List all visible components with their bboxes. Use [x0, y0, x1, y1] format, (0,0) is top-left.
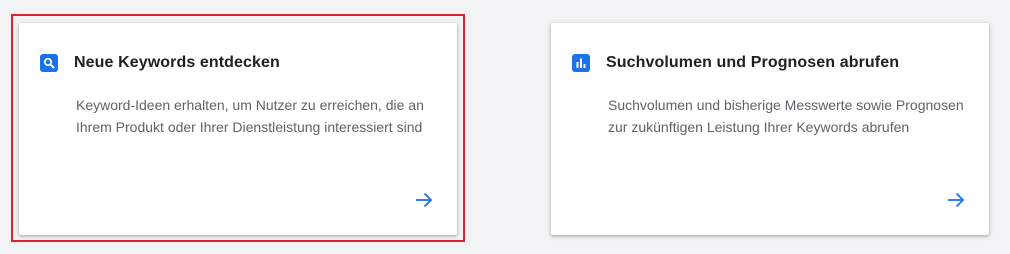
search-volume-forecast-card[interactable]: Suchvolumen und Prognosen abrufen Suchvo…: [551, 23, 989, 235]
discover-keywords-card[interactable]: Neue Keywords entdecken Keyword-Ideen er…: [19, 23, 457, 235]
card-header: Suchvolumen und Prognosen abrufen: [572, 54, 899, 72]
page: Neue Keywords entdecken Keyword-Ideen er…: [0, 0, 1010, 254]
card-header: Neue Keywords entdecken: [40, 54, 280, 72]
bar-chart-icon: [572, 54, 590, 72]
card-description: Keyword-Ideen erhalten, um Nutzer zu err…: [76, 97, 424, 135]
card-title: Neue Keywords entdecken: [74, 54, 280, 71]
card-description: Suchvolumen und bisherige Messwerte sowi…: [608, 97, 964, 135]
search-icon: [40, 54, 58, 72]
card-title: Suchvolumen und Prognosen abrufen: [606, 54, 900, 71]
arrow-right-icon[interactable]: [945, 189, 967, 211]
arrow-right-icon[interactable]: [413, 189, 435, 211]
